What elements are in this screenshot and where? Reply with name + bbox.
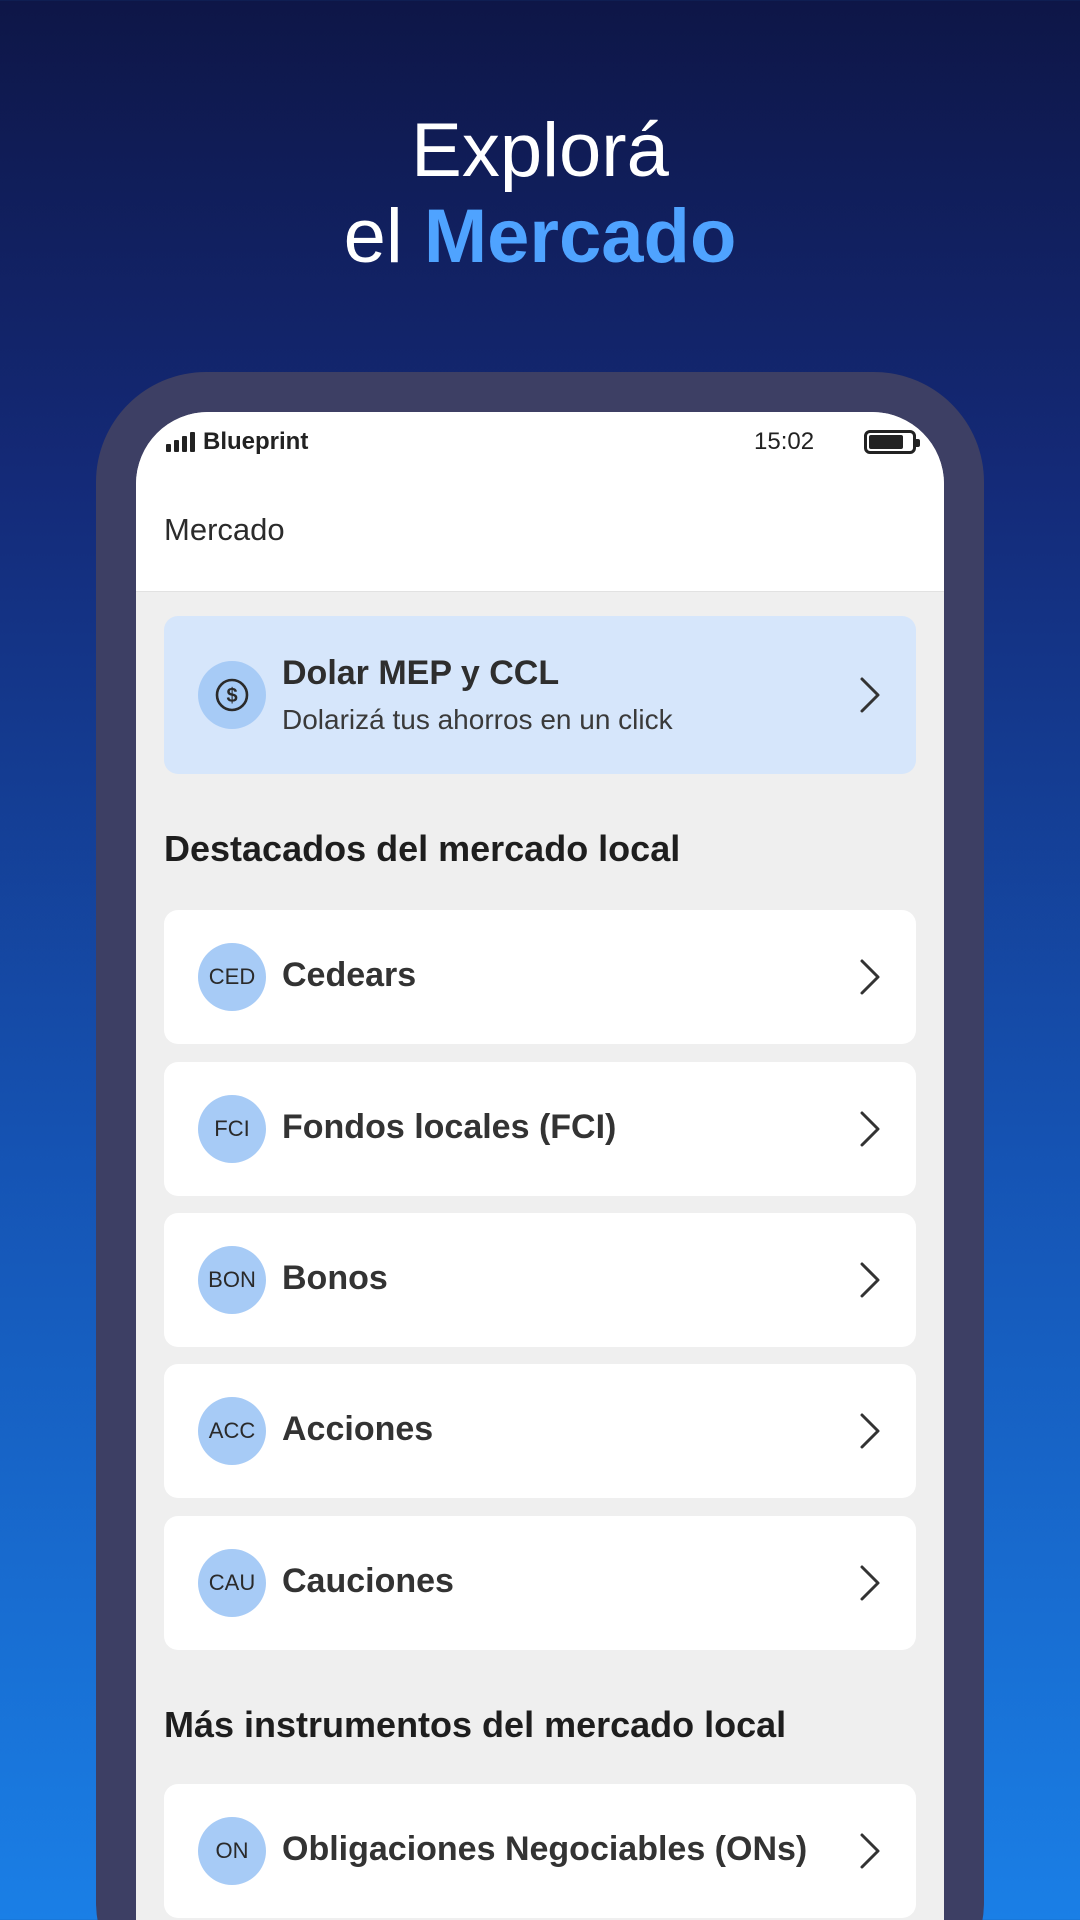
status-bar: Blueprint 15:02 [136, 412, 944, 472]
list-item-acciones[interactable]: ACC Acciones [164, 1364, 916, 1498]
app-bar: Mercado [136, 472, 944, 592]
list-item-bonos[interactable]: BON Bonos [164, 1213, 916, 1347]
list-item-label: Cauciones [282, 1562, 454, 1600]
fci-badge-icon: FCI [198, 1095, 266, 1163]
ons-badge-icon: ON [198, 1817, 266, 1885]
phone-screen: Blueprint 15:02 Mercado $ Dolar MEP y CC… [136, 412, 944, 1920]
acciones-badge-icon: ACC [198, 1397, 266, 1465]
hero-line-2-prefix: el [343, 194, 403, 279]
hero-line-2-accent: Mercado [423, 194, 737, 279]
list-item-label: Cedears [282, 956, 417, 994]
list-item-obligaciones-negociables[interactable]: ON Obligaciones Negociables (ONs) [164, 1784, 916, 1918]
chevron-right-icon [860, 677, 880, 713]
chevron-right-icon [860, 1111, 880, 1147]
battery-icon [864, 430, 920, 454]
cauciones-badge-icon: CAU [198, 1549, 266, 1617]
bonos-badge-icon: BON [198, 1246, 266, 1314]
section-title-destacados: Destacados del mercado local [164, 828, 681, 869]
status-time: 15:02 [754, 428, 815, 455]
carrier-name: Blueprint [203, 428, 309, 455]
dollar-icon: $ [198, 661, 266, 729]
list-item-label: Fondos locales (FCI) [282, 1108, 617, 1146]
hero-headline: Explorá el Mercado [0, 108, 1080, 280]
promo-title: Dolar MEP y CCL [282, 654, 560, 692]
section-title-mas-instrumentos: Más instrumentos del mercado local [164, 1704, 787, 1745]
list-item-fci[interactable]: FCI Fondos locales (FCI) [164, 1062, 916, 1196]
chevron-right-icon [860, 1565, 880, 1601]
hero-line-1: Explorá [411, 108, 669, 193]
dolar-mep-ccl-card[interactable]: $ Dolar MEP y CCL Dolarizá tus ahorros e… [164, 616, 916, 774]
chevron-right-icon [860, 1262, 880, 1298]
signal-icon [166, 432, 195, 452]
chevron-right-icon [860, 959, 880, 995]
list-item-label: Bonos [282, 1259, 388, 1297]
list-item-cauciones[interactable]: CAU Cauciones [164, 1516, 916, 1650]
list-item-label: Obligaciones Negociables (ONs) [282, 1830, 808, 1868]
hero-line-2: el Mercado [0, 194, 1080, 280]
promo-subtitle: Dolarizá tus ahorros en un click [282, 704, 673, 735]
chevron-right-icon [860, 1833, 880, 1869]
chevron-right-icon [860, 1413, 880, 1449]
carrier: Blueprint [166, 428, 308, 456]
list-item-label: Acciones [282, 1410, 434, 1448]
cedears-badge-icon: CED [198, 943, 266, 1011]
svg-text:$: $ [226, 685, 237, 707]
list-item-cedears[interactable]: CED Cedears [164, 910, 916, 1044]
page-title: Mercado [164, 512, 285, 547]
